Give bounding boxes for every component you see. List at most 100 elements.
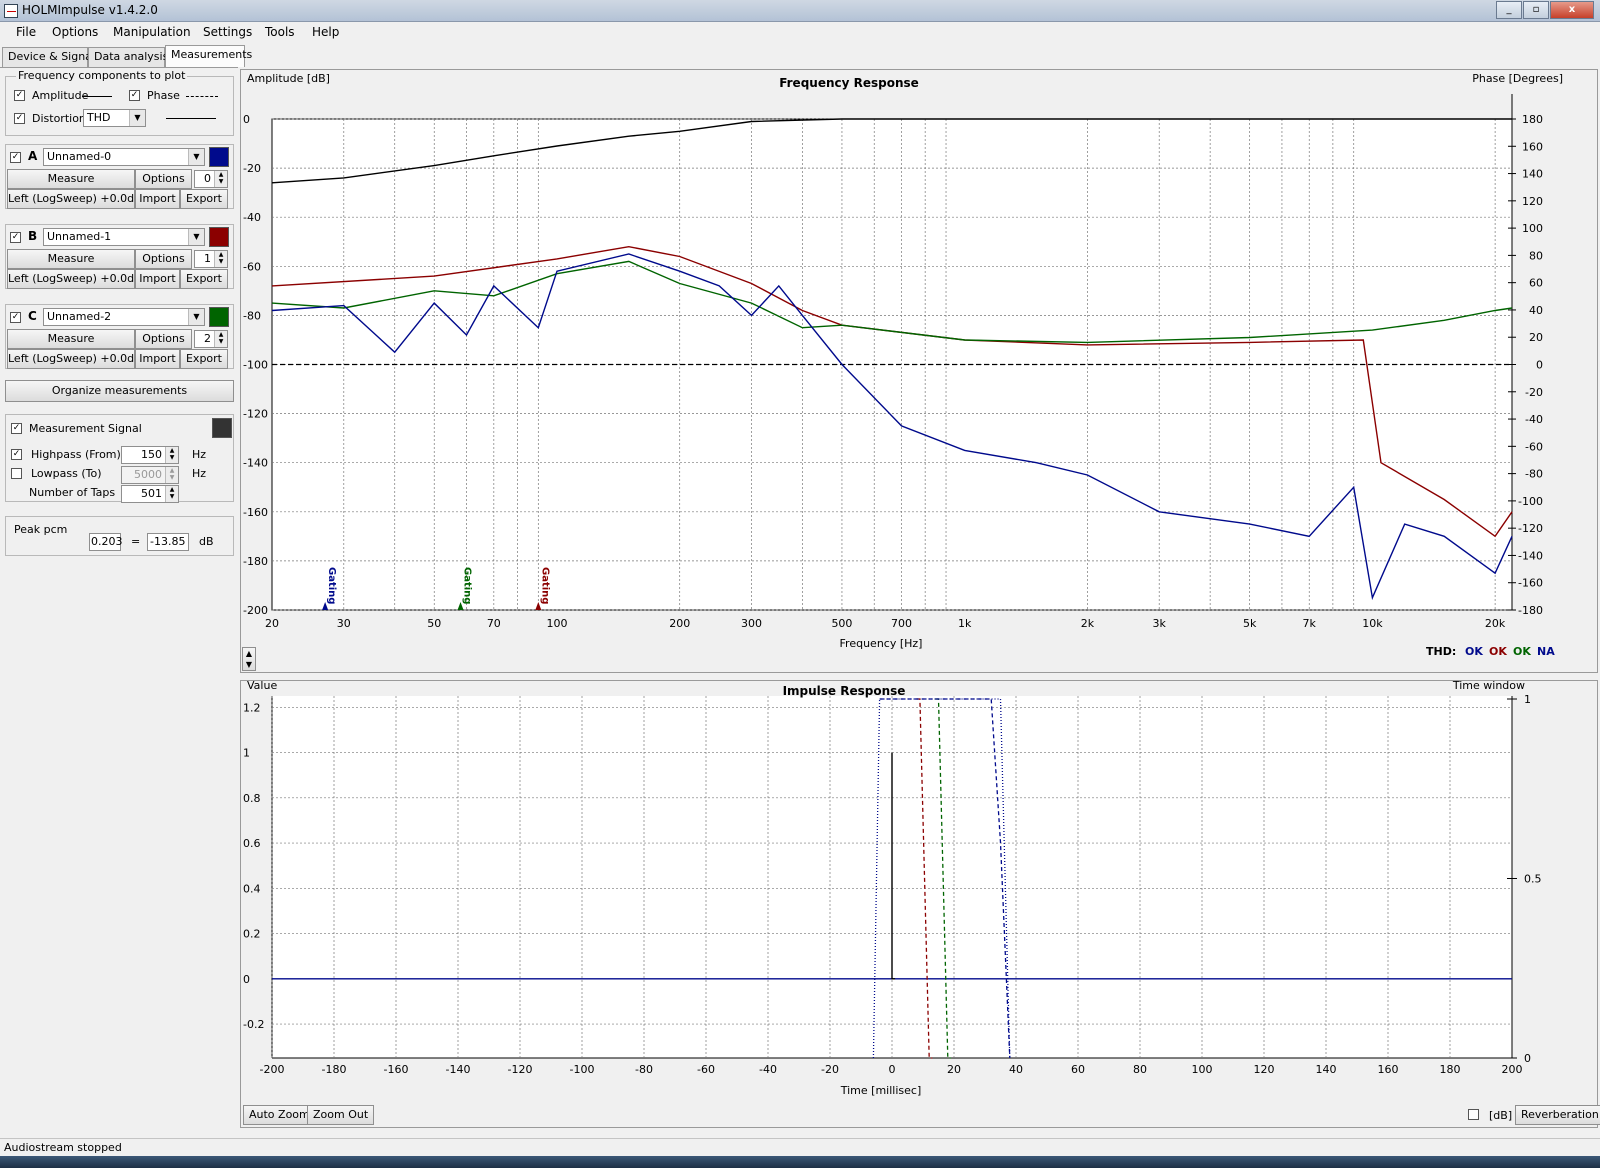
taps-value: 501 [141,487,162,500]
measurement-a-index-stepper[interactable]: 0 ▲ ▼ [194,170,228,188]
distortion-checkbox[interactable]: ✓ [14,113,25,124]
amplitude-label: Amplitude [32,89,89,102]
measurement-a-checkbox[interactable]: ✓ [10,152,21,163]
x-axis-label: Time [millisec] [840,1084,922,1097]
frequency-response-chart[interactable]: 20 30 50 70 100 200 300 500 700 1k 2k 3k 5k 7k 10k 20k0… [241,70,1597,672]
x-tick-label: 700 [891,617,912,630]
highpass-checkbox[interactable]: ✓ [11,449,22,460]
y-tick-label: 0 [243,113,250,126]
measurement-c-color-swatch[interactable] [209,307,229,327]
phase-tick-label: -140 [1518,549,1543,562]
measurement-c-options-button[interactable]: Options [135,329,192,349]
y-tick-label: -140 [243,457,268,470]
measurement-b-name-select[interactable]: Unnamed-1 ▼ [43,228,205,246]
phase-checkbox[interactable]: ✓ [129,90,140,101]
frequency-components-title: Frequency components to plot [16,69,188,82]
stepper-arrows-icon[interactable]: ▲ ▼ [214,251,227,267]
x-tick-label: 40 [1009,1063,1023,1076]
measurement-c-export-button[interactable]: Export [180,349,228,369]
stepper-arrows-icon[interactable]: ▲ ▼ [165,486,178,502]
measurement-c-source-button[interactable]: Left (LogSweep) +0.0dB [7,349,142,369]
measurement-c-index-stepper[interactable]: 2 ▲ ▼ [194,330,228,348]
phase-tick-label: -40 [1525,413,1543,426]
phase-tick-label: -100 [1518,495,1543,508]
measurement-signal-label: Measurement Signal [29,422,142,435]
menu-settings[interactable]: Settings [203,25,252,39]
frequency-components-group: Frequency components to plot ✓ Amplitude… [5,69,234,136]
measurement-a-import-button[interactable]: Import [135,189,180,209]
minimize-button[interactable]: _ [1496,1,1522,19]
measurement-a-color-swatch[interactable] [209,147,229,167]
measurement-a-name-select[interactable]: Unnamed-0 ▼ [43,148,205,166]
lowpass-checkbox[interactable] [11,468,22,479]
measurement-b-options-button[interactable]: Options [135,249,192,269]
stepper-arrows-icon[interactable]: ▲ ▼ [165,467,178,483]
distortion-type-select[interactable]: THD ▼ [83,109,146,127]
scroll-updown-icon[interactable]: ▲ ▼ [242,647,256,671]
measurement-c-name-select[interactable]: Unnamed-2 ▼ [43,308,205,326]
menu-manipulation[interactable]: Manipulation [113,25,191,39]
highpass-stepper[interactable]: 150 ▲ ▼ [121,446,179,464]
measurement-c-group: ✓ C Unnamed-2 ▼ Measure Options 2 ▲ ▼ Lef… [5,304,234,369]
measurement-c-measure-button[interactable]: Measure [7,329,135,349]
x-tick-label: 500 [831,617,852,630]
measurement-b-import-button[interactable]: Import [135,269,180,289]
x-tick-label: 20 [947,1063,961,1076]
stepper-arrows-icon[interactable]: ▲ ▼ [214,331,227,347]
thd-status: NA [1537,645,1555,658]
measurement-b-export-button[interactable]: Export [180,269,228,289]
measurement-a-measure-button[interactable]: Measure [7,169,135,189]
measurement-b-group: ✓ B Unnamed-1 ▼ Measure Options 1 ▲ ▼ Lef… [5,224,234,289]
x-tick-label: 200 [669,617,690,630]
lowpass-stepper[interactable]: 5000 ▲ ▼ [121,466,179,484]
measurement-b-index-value: 1 [204,252,211,265]
measurement-b-checkbox[interactable]: ✓ [10,232,21,243]
measurement-b-index-stepper[interactable]: 1 ▲ ▼ [194,250,228,268]
measurement-c-import-button[interactable]: Import [135,349,180,369]
measurement-a-options-button[interactable]: Options [135,169,192,189]
tab-device-signal[interactable]: Device & Signal [2,47,95,67]
x-tick-label: 300 [741,617,762,630]
menu-help[interactable]: Help [312,25,339,39]
taps-stepper[interactable]: 501 ▲ ▼ [121,485,179,503]
impulse-response-chart[interactable]: -200 -180 -160 -140 -120 -100 -80 -60 -40 -20 0 20 4… [241,679,1597,1127]
thd-status: OK [1489,645,1507,658]
menu-file[interactable]: File [16,25,36,39]
y-tick-label: -200 [243,604,268,617]
peak-pcm-group: Peak pcm 0.203 = -13.85 dB [5,516,234,556]
menu-options[interactable]: Options [52,25,98,39]
measurement-a-export-button[interactable]: Export [180,189,228,209]
close-button[interactable]: x [1550,1,1594,19]
x-tick-label: 120 [1254,1063,1275,1076]
measurement-b-color-swatch[interactable] [209,227,229,247]
maximize-button[interactable]: ▫ [1523,1,1549,19]
phase-tick-label: -120 [1518,522,1543,535]
amplitude-checkbox[interactable]: ✓ [14,90,25,101]
tab-data-analysis[interactable]: Data analysis [88,47,168,67]
measurement-b-source-button[interactable]: Left (LogSweep) +0.0dB [7,269,142,289]
stepper-arrows-icon[interactable]: ▲ ▼ [214,171,227,187]
measurement-signal-checkbox[interactable]: ✓ [11,423,22,434]
peak-equals: = [131,535,141,548]
auto-zoom-button[interactable]: Auto Zoom [243,1105,316,1125]
measurement-a-source-button[interactable]: Left (LogSweep) +0.0dB [7,189,142,209]
chart-title: Frequency Response [779,76,919,90]
stepper-arrows-icon[interactable]: ▲ ▼ [165,447,178,463]
measurement-b-measure-button[interactable]: Measure [7,249,135,269]
menu-tools[interactable]: Tools [265,25,295,39]
phase-tick-label: 40 [1529,304,1543,317]
tab-measurements[interactable]: Measurements [165,45,252,67]
reverberation-button[interactable]: Reverberation [1515,1105,1600,1125]
db-checkbox[interactable] [1468,1109,1479,1120]
organize-measurements-button[interactable]: Organize measurements [5,380,234,402]
chart-title: Impulse Response [783,684,906,698]
phase-tick-label: -180 [1518,604,1543,617]
x-tick-label: -40 [759,1063,777,1076]
zoom-out-button[interactable]: Zoom Out [307,1105,375,1125]
x-tick-label: -180 [322,1063,347,1076]
measurement-c-index-value: 2 [204,332,211,345]
lowpass-label: Lowpass (To) [31,467,102,480]
measurement-c-checkbox[interactable]: ✓ [10,312,21,323]
measurement-signal-color-swatch[interactable] [212,418,232,438]
app-icon [4,4,18,18]
